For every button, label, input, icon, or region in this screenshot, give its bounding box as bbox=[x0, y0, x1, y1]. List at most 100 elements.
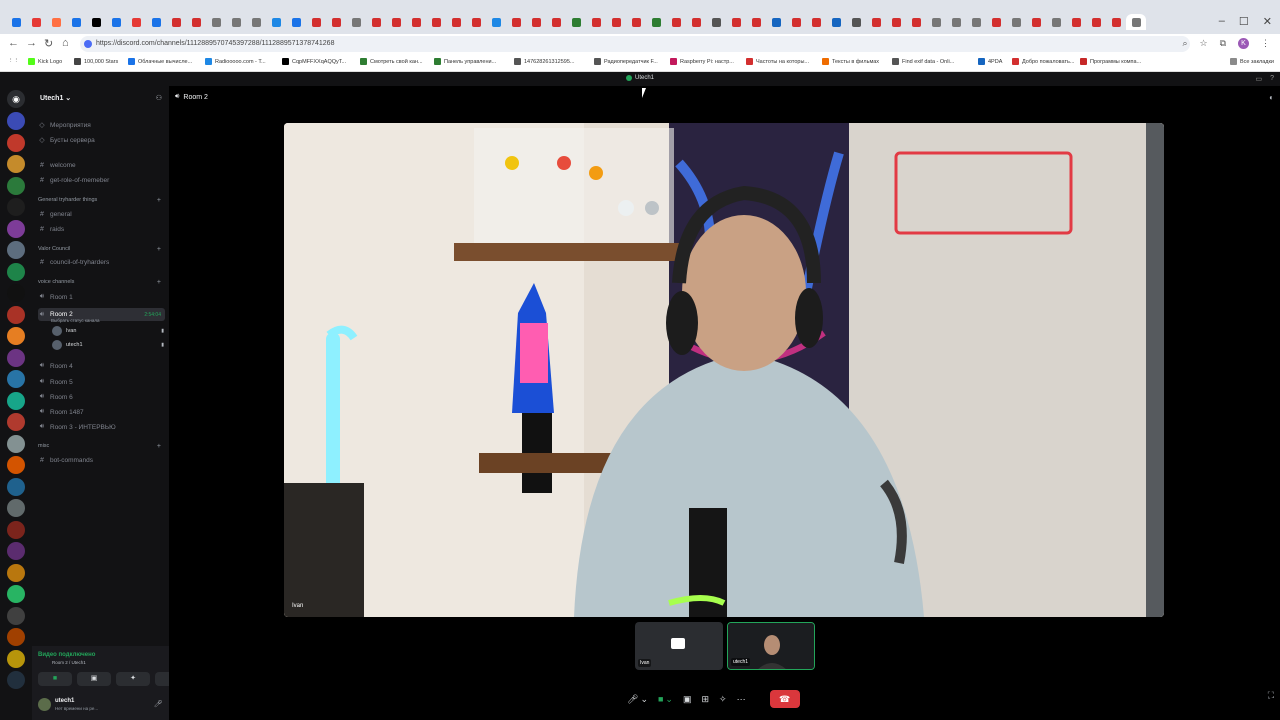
category-valor-council[interactable]: Valor Council + bbox=[38, 246, 165, 253]
browser-tab[interactable] bbox=[146, 14, 166, 30]
channel-get-role-of-memeber[interactable]: # get-role-of-memeber bbox=[38, 177, 165, 184]
back-icon[interactable]: ← bbox=[8, 37, 19, 49]
browser-tab[interactable] bbox=[246, 14, 266, 30]
server-icon[interactable] bbox=[7, 155, 25, 173]
chat-bubble-icon[interactable]: ◐ bbox=[1269, 93, 1274, 102]
fullscreen-icon[interactable]: ⛶ bbox=[1268, 690, 1274, 701]
browser-tab[interactable] bbox=[86, 14, 106, 30]
browser-tab[interactable] bbox=[946, 14, 966, 30]
browser-tab[interactable] bbox=[986, 14, 1006, 30]
server-icon[interactable] bbox=[7, 628, 25, 646]
server-icon[interactable] bbox=[7, 262, 25, 281]
profile-avatar[interactable]: K bbox=[1238, 38, 1249, 49]
activities-button[interactable]: ✦ bbox=[116, 672, 150, 686]
mute-button[interactable]: 🎤︎ ⌄ bbox=[627, 694, 648, 705]
browser-tab[interactable] bbox=[726, 14, 746, 30]
more-options-button[interactable]: ⋯ bbox=[737, 694, 746, 705]
browser-tab[interactable] bbox=[666, 14, 686, 30]
channel-welcome[interactable]: # welcome bbox=[38, 162, 165, 169]
menu-icon[interactable]: ⋮ bbox=[1261, 38, 1270, 49]
server-icon[interactable] bbox=[7, 671, 25, 689]
reload-icon[interactable]: ↻ bbox=[44, 37, 53, 50]
discord-home-icon[interactable]: ◉ bbox=[7, 90, 25, 108]
server-icon[interactable] bbox=[7, 176, 25, 195]
browser-tab[interactable] bbox=[226, 14, 246, 30]
user-avatar[interactable] bbox=[38, 698, 51, 711]
url-text[interactable]: https://discord.com/channels/11128895707… bbox=[96, 40, 334, 47]
browser-tab[interactable] bbox=[6, 14, 26, 30]
minimize-button[interactable]: – bbox=[1219, 15, 1225, 28]
apps-icon[interactable]: ⋮⋮ bbox=[8, 58, 19, 64]
voice-channel-room-1[interactable]: 🔊︎ Room 1 bbox=[38, 293, 165, 301]
all-bookmarks[interactable]: Все закладки bbox=[1229, 58, 1274, 65]
add-channel-icon[interactable]: + bbox=[157, 197, 161, 204]
server-icon[interactable] bbox=[7, 542, 25, 560]
browser-tab[interactable] bbox=[466, 14, 486, 30]
channel-bot-commands[interactable]: # bot-commands bbox=[38, 457, 165, 464]
browser-tab[interactable] bbox=[446, 14, 466, 30]
browser-tab[interactable] bbox=[606, 14, 626, 30]
voice-user-ivan[interactable]: Ivan ▮ bbox=[52, 326, 164, 336]
browser-tab[interactable] bbox=[1126, 14, 1146, 30]
browser-tab[interactable] bbox=[506, 14, 526, 30]
server-icon[interactable] bbox=[7, 241, 25, 259]
browser-tab[interactable] bbox=[566, 14, 586, 30]
category-misc[interactable]: misc + bbox=[38, 443, 165, 450]
browser-tab[interactable] bbox=[126, 14, 146, 30]
user-name[interactable]: utech1 bbox=[55, 698, 74, 704]
browser-tab[interactable] bbox=[426, 14, 446, 30]
server-icon[interactable] bbox=[7, 477, 25, 496]
voice-channel-room-6[interactable]: 🔊︎ Room 6 bbox=[38, 393, 165, 401]
channel-council-of-tryharders[interactable]: # council-of-tryharders bbox=[38, 259, 165, 266]
screen-share-button[interactable]: ▣ bbox=[77, 672, 111, 686]
server-icon[interactable] bbox=[7, 133, 25, 152]
browser-tab[interactable] bbox=[926, 14, 946, 30]
server-icon[interactable] bbox=[7, 499, 25, 517]
bookmark-item[interactable]: Программы компа... bbox=[1080, 58, 1141, 65]
maximize-button[interactable]: ☐ bbox=[1239, 15, 1249, 28]
browser-tab[interactable] bbox=[646, 14, 666, 30]
bookmark-item[interactable]: 4PDA bbox=[978, 58, 1002, 65]
server-icon[interactable] bbox=[7, 112, 25, 130]
server-icon[interactable] bbox=[7, 585, 25, 603]
browser-tab[interactable] bbox=[346, 14, 366, 30]
browser-tab[interactable] bbox=[1006, 14, 1026, 30]
server-icon[interactable] bbox=[7, 606, 25, 625]
browser-tab[interactable] bbox=[286, 14, 306, 30]
server-icon[interactable] bbox=[7, 456, 25, 474]
bookmark-item[interactable]: Добро пожаловать... bbox=[1012, 58, 1074, 65]
voice-channel-room-4[interactable]: 🔊︎ Room 4 bbox=[38, 362, 165, 370]
server-icon[interactable] bbox=[7, 520, 25, 539]
help-icon[interactable]: ? bbox=[1270, 75, 1274, 83]
browser-tab[interactable] bbox=[586, 14, 606, 30]
channel-status-hint[interactable]: Выбрать статус канала bbox=[51, 318, 100, 323]
channel-raids[interactable]: # raids bbox=[38, 226, 165, 233]
browser-tab[interactable] bbox=[746, 14, 766, 30]
browser-tab[interactable] bbox=[686, 14, 706, 30]
bookmark-item[interactable]: Kick Logo bbox=[28, 58, 62, 65]
bookmark-item[interactable]: Облачные вычисле... bbox=[128, 58, 192, 65]
browser-tab[interactable] bbox=[1086, 14, 1106, 30]
bookmark-item[interactable]: Панель управлени... bbox=[434, 58, 496, 65]
bookmark-item[interactable]: Тексты в фильмах bbox=[822, 58, 879, 65]
browser-tab[interactable] bbox=[786, 14, 806, 30]
close-window-button[interactable]: ✕ bbox=[1263, 15, 1272, 28]
bookmark-item[interactable]: Частоты на которы... bbox=[746, 58, 809, 65]
voice-user-utech1[interactable]: utech1 ▮ bbox=[52, 340, 164, 350]
channel-бусты-сервера[interactable]: ◇ Бусты сервера bbox=[38, 136, 165, 145]
address-bar[interactable]: https://discord.com/channels/11128895707… bbox=[80, 36, 1190, 52]
category-voice-channels[interactable]: voice channels + bbox=[38, 279, 165, 286]
browser-tab[interactable] bbox=[166, 14, 186, 30]
browser-tab[interactable] bbox=[526, 14, 546, 30]
browser-tab[interactable] bbox=[1106, 14, 1126, 30]
voice-channel-room-3-интервью[interactable]: 🔊︎ Room 3 - ИНТЕРВЬЮ bbox=[38, 423, 165, 431]
soundboard-button[interactable]: ✧ bbox=[719, 694, 727, 705]
bookmark-item[interactable]: 147628261312595... bbox=[514, 58, 574, 65]
camera-toggle-button[interactable]: ■ ⌄ bbox=[658, 694, 673, 705]
disconnect-button[interactable]: ☎ bbox=[769, 690, 800, 708]
screen-share-button[interactable]: ▣ bbox=[683, 694, 692, 705]
browser-tab[interactable] bbox=[806, 14, 826, 30]
browser-tab[interactable] bbox=[406, 14, 426, 30]
bookmark-star-icon[interactable]: ☆ bbox=[1199, 38, 1207, 49]
browser-tab[interactable] bbox=[106, 14, 126, 30]
